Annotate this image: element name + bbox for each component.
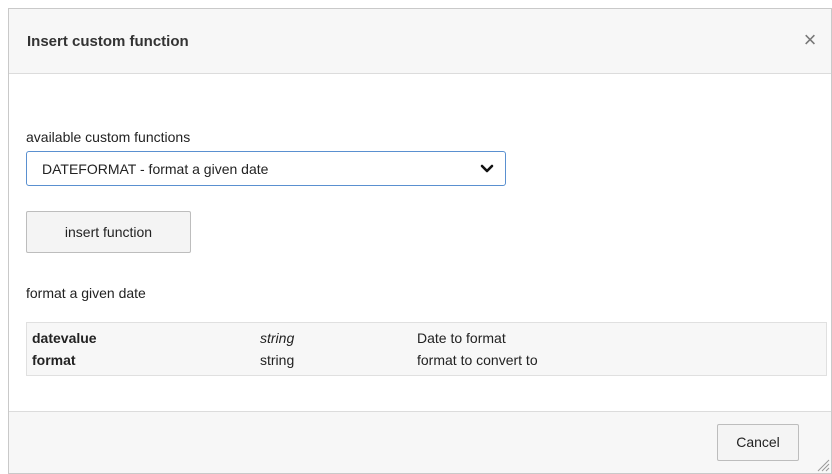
- dialog-header: Insert custom function ×: [9, 9, 831, 74]
- param-description: Date to format: [417, 330, 506, 346]
- close-icon[interactable]: ×: [797, 27, 823, 53]
- param-type: string: [260, 330, 295, 346]
- function-select[interactable]: DATEFORMAT - format a given date: [26, 151, 506, 186]
- insert-function-button[interactable]: insert function: [26, 211, 191, 253]
- dialog-footer: Cancel: [9, 411, 831, 473]
- resize-grip-icon[interactable]: [814, 456, 830, 472]
- param-name: format: [32, 352, 76, 368]
- table-row: format string format to convert to: [27, 350, 826, 372]
- functions-label: available custom functions: [26, 129, 191, 145]
- parameters-table: datevalue string Date to format format s…: [26, 322, 827, 376]
- param-type: string: [260, 352, 295, 368]
- param-name: datevalue: [32, 330, 97, 346]
- cancel-button[interactable]: Cancel: [717, 424, 799, 461]
- function-description: format a given date: [26, 285, 146, 301]
- insert-custom-function-dialog: Insert custom function × available custo…: [8, 8, 832, 474]
- function-select-value: DATEFORMAT - format a given date: [42, 161, 269, 177]
- table-row: datevalue string Date to format: [27, 328, 826, 350]
- param-description: format to convert to: [417, 352, 538, 368]
- dialog-title: Insert custom function: [27, 33, 189, 50]
- chevron-down-icon: [480, 164, 494, 173]
- dialog-body: available custom functions DATEFORMAT - …: [9, 74, 831, 412]
